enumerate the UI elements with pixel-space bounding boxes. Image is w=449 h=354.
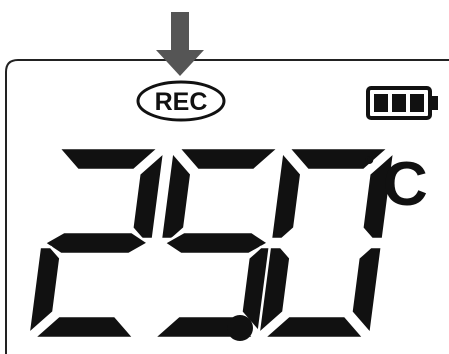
segment-d — [32, 314, 136, 340]
battery-bar — [374, 94, 388, 112]
temperature-digits — [27, 146, 396, 340]
segment-g — [43, 230, 150, 256]
battery-level-bars — [374, 94, 424, 112]
lcd-display: REC ° C — [5, 12, 449, 354]
battery-bar — [410, 94, 424, 112]
battery-terminal — [431, 96, 438, 110]
battery-bar — [392, 94, 406, 112]
segment-a — [177, 146, 280, 172]
segment-c — [350, 245, 384, 336]
segment-d — [262, 314, 366, 340]
rec-label: REC — [155, 88, 208, 116]
segment-f — [159, 150, 193, 241]
battery-icon — [366, 86, 438, 120]
down-arrow-icon — [156, 12, 204, 76]
rec-indicator: REC — [136, 80, 226, 122]
segment-f — [269, 150, 303, 241]
degree-symbol: ° — [364, 150, 374, 180]
digit-2-position-1 — [27, 146, 166, 340]
celsius-letter: C — [383, 150, 428, 219]
segment-a — [57, 146, 160, 172]
lcd-screen: REC ° C — [0, 0, 449, 354]
digit-5-position-2 — [152, 146, 280, 340]
segment-g — [163, 230, 270, 256]
decimal-point — [227, 315, 253, 341]
